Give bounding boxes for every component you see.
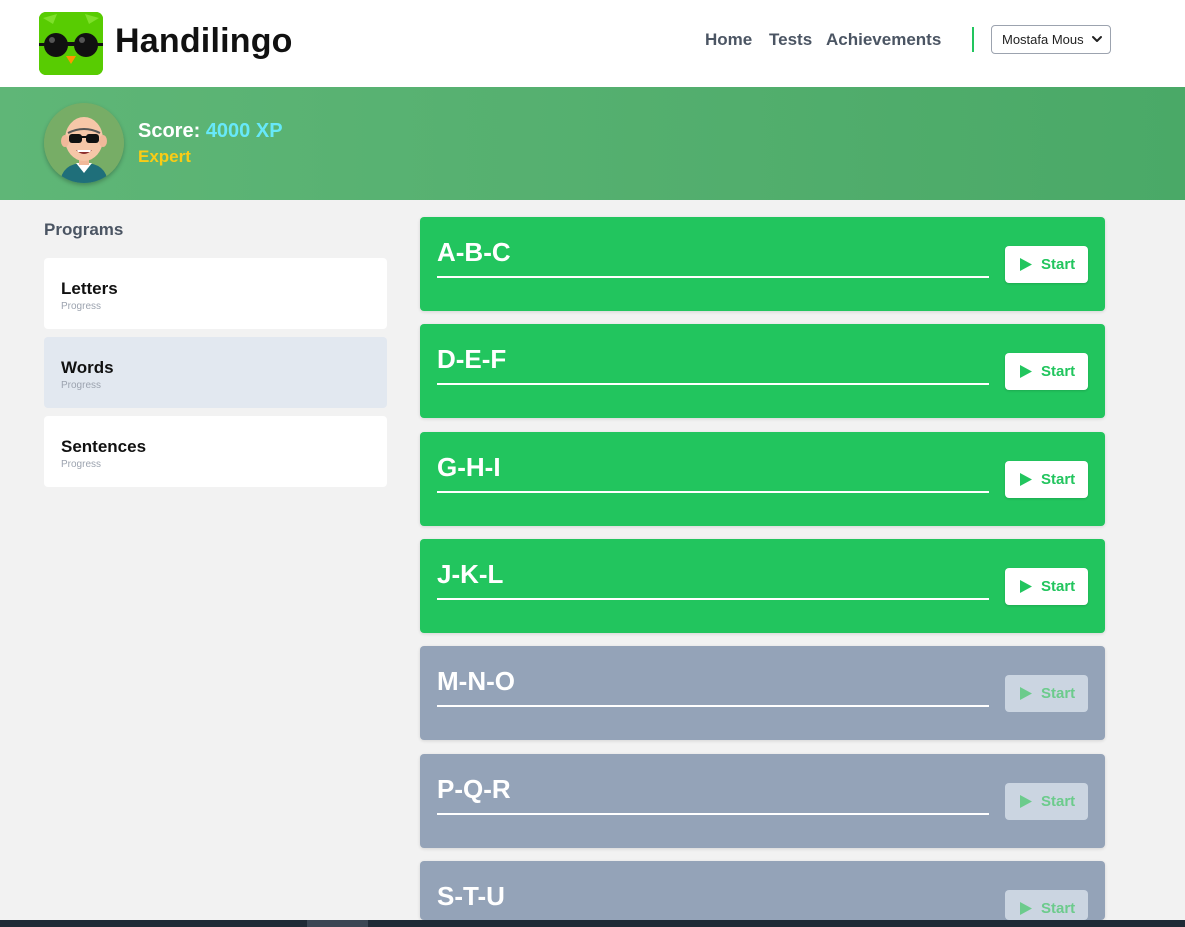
start-button[interactable]: Start <box>1005 353 1088 390</box>
unit-card-pqr: P-Q-R Start <box>420 754 1105 848</box>
chevron-down-icon <box>1092 36 1102 42</box>
program-progress: Progress <box>61 301 102 312</box>
start-button-label: Start <box>1041 685 1076 702</box>
program-progress: Progress <box>61 380 102 391</box>
nav-divider <box>972 27 974 52</box>
unit-title: D-E-F <box>437 344 507 374</box>
rank-label: Expert <box>138 147 191 166</box>
play-icon <box>1020 687 1032 700</box>
nav-home[interactable]: Home <box>705 30 752 50</box>
program-card-sentences[interactable]: Sentences Progress <box>44 416 387 487</box>
brand-name: Handilingo <box>115 22 293 60</box>
play-icon <box>1020 473 1032 486</box>
play-icon <box>1020 365 1032 378</box>
unit-title: M-N-O <box>437 666 515 696</box>
unit-progress-line <box>437 813 989 815</box>
play-icon <box>1020 580 1032 593</box>
program-card-words[interactable]: Words Progress <box>44 337 387 408</box>
user-select[interactable]: Mostafa Mous <box>991 25 1111 54</box>
start-button[interactable]: Start <box>1005 246 1088 283</box>
program-progress: Progress <box>61 459 102 470</box>
user-select-value: Mostafa Mous <box>1002 32 1084 47</box>
program-card-letters[interactable]: Letters Progress <box>44 258 387 329</box>
nav-achievements[interactable]: Achievements <box>826 30 941 50</box>
unit-card-def: D-E-F Start <box>420 324 1105 418</box>
programs-title: Programs <box>44 220 124 239</box>
unit-card-stu: S-T-U Start <box>420 861 1105 920</box>
unit-card-mno: M-N-O Start <box>420 646 1105 740</box>
start-button-disabled[interactable]: Start <box>1005 783 1088 820</box>
start-button-disabled[interactable]: Start <box>1005 890 1088 920</box>
top-header: Handilingo Home Tests Achievements Mosta… <box>0 0 1185 87</box>
program-name: Words <box>61 358 114 377</box>
unit-progress-line <box>437 383 989 385</box>
play-icon <box>1020 258 1032 271</box>
unit-progress-line <box>437 276 989 278</box>
unit-card-ghi: G-H-I Start <box>420 432 1105 526</box>
program-name: Letters <box>61 279 118 298</box>
play-icon <box>1020 902 1032 915</box>
unit-title: S-T-U <box>437 881 505 911</box>
start-button-label: Start <box>1041 793 1076 810</box>
score-line: Score: 4000 XP <box>138 120 283 143</box>
program-name: Sentences <box>61 437 147 456</box>
score-value: 4000 XP <box>205 120 283 142</box>
start-button-label: Start <box>1041 471 1076 488</box>
start-button[interactable]: Start <box>1005 461 1088 498</box>
owl-logo-icon[interactable] <box>39 12 103 75</box>
unit-title: A-B-C <box>437 237 511 267</box>
taskbar-item[interactable] <box>307 920 368 927</box>
play-icon <box>1020 795 1032 808</box>
unit-title: G-H-I <box>437 452 501 482</box>
nav-tests[interactable]: Tests <box>769 30 812 50</box>
start-button-label: Start <box>1041 578 1076 595</box>
unit-card-abc: A-B-C Start <box>420 217 1105 311</box>
start-button-disabled[interactable]: Start <box>1005 675 1088 712</box>
unit-title: J-K-L <box>437 559 504 589</box>
start-button[interactable]: Start <box>1005 568 1088 605</box>
unit-progress-line <box>437 598 989 600</box>
taskbar <box>0 920 1185 927</box>
unit-progress-line <box>437 705 989 707</box>
unit-title: P-Q-R <box>437 774 511 804</box>
bald-man-avatar-icon <box>44 103 124 183</box>
start-button-label: Start <box>1041 900 1076 917</box>
start-button-label: Start <box>1041 363 1076 380</box>
unit-card-jkl: J-K-L Start <box>420 539 1105 633</box>
score-label: Score: <box>138 120 201 142</box>
avatar <box>44 103 124 183</box>
start-button-label: Start <box>1041 256 1076 273</box>
profile-banner: Score: 4000 XP Expert <box>0 87 1185 200</box>
unit-progress-line <box>437 491 989 493</box>
